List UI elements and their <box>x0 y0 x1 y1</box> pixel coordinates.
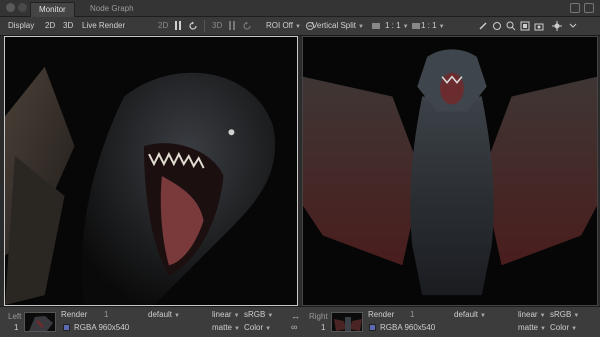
right-colorspace-label: linear <box>518 310 538 319</box>
chevron-down-icon: ▼ <box>265 326 272 332</box>
right-matte-dropdown[interactable]: matte ▼ <box>518 323 546 332</box>
mode-2d-label: 2D <box>158 21 169 30</box>
swap-arrows-icon[interactable]: ↔ <box>291 311 300 321</box>
split-options-icon[interactable] <box>371 21 381 31</box>
panel-options-icon[interactable] <box>18 3 27 12</box>
annotate-icon[interactable] <box>492 21 502 31</box>
right-matte-label: matte <box>518 323 539 332</box>
chevron-down-icon: ▼ <box>539 313 546 319</box>
chevron-down-icon: ▼ <box>294 24 301 30</box>
left-viewport[interactable] <box>4 36 298 306</box>
right-render-thumbnail[interactable] <box>331 312 363 332</box>
chevron-down-icon: ▼ <box>438 24 445 30</box>
ratio-b-label: 1 : 1 <box>421 21 437 30</box>
left-view-dropdown[interactable]: default ▼ <box>148 310 180 319</box>
pause-2d-icon[interactable] <box>175 21 185 31</box>
chevron-down-icon: ▼ <box>573 313 580 319</box>
dragon-front-image <box>303 37 597 305</box>
split-dropdown[interactable]: Vertical Split ▼ <box>312 21 364 30</box>
right-display-dropdown[interactable]: sRGB ▼ <box>550 310 579 319</box>
right-slot-number[interactable]: 1 <box>321 323 325 332</box>
snapshot-icon[interactable] <box>534 21 544 31</box>
left-channel-dropdown[interactable]: Color ▼ <box>244 323 271 332</box>
left-colorspace-label: linear <box>212 310 232 319</box>
ratio-a-dropdown[interactable]: 1 : 1 ▼ <box>385 21 409 30</box>
left-node-name: Render <box>61 310 88 319</box>
refresh-3d-icon[interactable] <box>242 21 252 31</box>
chevron-down-icon: ▼ <box>540 326 546 332</box>
chevron-down-icon: ▼ <box>358 24 364 30</box>
left-display-label: sRGB <box>244 310 266 319</box>
right-format-label: RGBA 960x540 <box>380 323 436 332</box>
chevron-down-icon: ▼ <box>267 313 274 319</box>
toolbar-separator <box>204 20 205 32</box>
more-options-icon[interactable] <box>568 21 578 31</box>
close-panel-icon[interactable] <box>584 3 594 13</box>
live-render-button[interactable]: Live Render <box>82 21 125 30</box>
chevron-down-icon: ▼ <box>234 326 240 332</box>
split-label: Vertical Split <box>312 21 357 30</box>
left-side-label: Left <box>8 312 22 321</box>
left-display-dropdown[interactable]: sRGB ▼ <box>244 310 273 319</box>
left-frame-number: 1 <box>104 310 109 319</box>
panel-tab-bar: Monitor Node Graph <box>0 0 600 17</box>
mode-3d-label: 3D <box>212 21 223 30</box>
ratio-a-label: 1 : 1 <box>385 21 401 30</box>
roi-label: ROI Off <box>266 21 293 30</box>
settings-icon[interactable] <box>552 21 562 31</box>
right-display-label: sRGB <box>550 310 572 319</box>
left-slot-number[interactable]: 1 <box>14 323 18 332</box>
right-rgba-swatch <box>369 324 376 331</box>
pick-color-icon[interactable] <box>478 21 488 31</box>
tab-monitor[interactable]: Monitor <box>30 2 75 17</box>
dragon-closeup-image <box>5 37 297 305</box>
right-view-label: default <box>454 310 479 319</box>
zoom-icon[interactable] <box>506 21 516 31</box>
panel-menu-icon[interactable] <box>6 3 15 12</box>
chevron-down-icon: ▼ <box>480 313 486 319</box>
right-viewport[interactable] <box>302 36 598 306</box>
fit-view-icon[interactable] <box>520 21 530 31</box>
viewer-info-bar: Left 1 Render 1 default ▼ RGBA 960x540 li… <box>0 306 600 337</box>
left-channel-label: Color <box>244 323 264 332</box>
display-menu[interactable]: Display <box>8 21 34 30</box>
link-icon[interactable]: ∞ <box>291 322 297 332</box>
chevron-down-icon: ▼ <box>402 24 409 30</box>
chevron-down-icon: ▼ <box>571 326 578 332</box>
view-3d-button[interactable]: 3D <box>63 21 73 30</box>
right-colorspace-dropdown[interactable]: linear ▼ <box>518 310 546 319</box>
right-channel-dropdown[interactable]: Color ▼ <box>550 323 577 332</box>
left-matte-dropdown[interactable]: matte ▼ <box>212 323 240 332</box>
left-format-label: RGBA 960x540 <box>74 323 130 332</box>
roi-dropdown[interactable]: ROI Off ▼ <box>266 21 301 30</box>
right-node-name: Render <box>368 310 395 319</box>
tab-node-graph[interactable]: Node Graph <box>82 2 142 17</box>
maximize-icon[interactable] <box>570 3 580 13</box>
chevron-down-icon: ▼ <box>233 313 240 319</box>
right-frame-number: 1 <box>410 310 415 319</box>
right-side-label: Right <box>309 312 328 321</box>
viewer-toolbar: Display 2D 3D Live Render 2D 3D ROI Off ▼… <box>0 17 600 36</box>
refresh-2d-icon[interactable] <box>188 21 198 31</box>
left-render-thumbnail[interactable] <box>24 312 56 332</box>
right-channel-label: Color <box>550 323 570 332</box>
pause-3d-icon[interactable] <box>229 21 239 31</box>
left-rgba-swatch <box>63 324 70 331</box>
view-2d-button[interactable]: 2D <box>45 21 55 30</box>
chevron-down-icon: ▼ <box>174 313 180 319</box>
ratio-options-icon[interactable] <box>411 21 421 31</box>
left-matte-label: matte <box>212 323 233 332</box>
left-view-label: default <box>148 310 173 319</box>
left-colorspace-dropdown[interactable]: linear ▼ <box>212 310 240 319</box>
right-view-dropdown[interactable]: default ▼ <box>454 310 486 319</box>
ratio-b-dropdown[interactable]: 1 : 1 ▼ <box>421 21 445 30</box>
